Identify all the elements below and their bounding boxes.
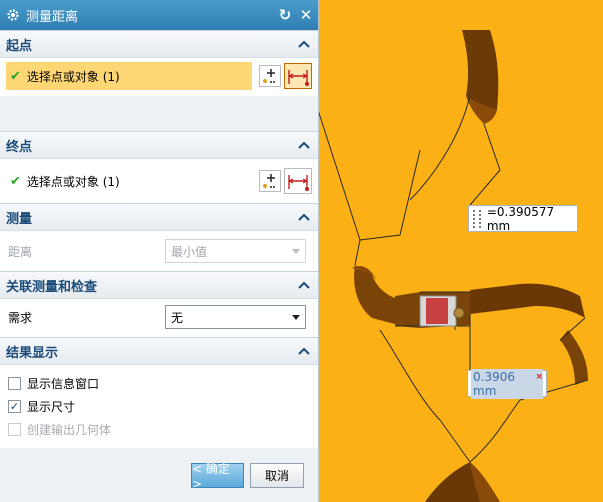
end-selection-row[interactable]: ✔ 选择点或对象 (1) [0,159,318,203]
check-icon: ✔ [10,173,21,189]
check-icon: ✔ [10,68,21,84]
gear-icon [7,9,19,21]
chevron-up-icon[interactable] [298,347,310,355]
close-icon[interactable]: ✕ [297,6,315,24]
distance-row: 距离 最小值 [0,235,318,267]
object-snap-button[interactable] [284,168,312,194]
point-dialog-button[interactable] [259,170,281,192]
section-associative-title: 关联测量和检查 [6,279,98,295]
point-plus-icon [263,174,275,188]
dimension-value[interactable]: 0.3906 mm [471,368,543,399]
create-output-geometry-label: 创建输出几何体 [27,423,112,437]
point-dialog-button[interactable] [259,65,281,87]
distance-snap-icon [288,70,309,86]
end-selection-label: 选择点或对象 (1) [26,174,120,189]
dialog-titlebar[interactable]: 测量距离 ↻ ✕ [0,0,318,30]
create-output-geometry-checkbox [8,423,21,436]
section-start-point[interactable]: 起点 [0,30,318,58]
requirement-row: 需求 无 [0,301,318,333]
section-associative-measure[interactable]: 关联测量和检查 [0,271,318,299]
chevron-up-icon[interactable] [298,281,310,289]
show-info-window-label: 显示信息窗口 [27,377,100,391]
distance-annotation[interactable]: =0.390577 mm [468,204,578,233]
reset-icon[interactable]: ↻ [276,6,294,24]
dialog-footer: < 确定 > 取消 [0,448,318,502]
section-measure[interactable]: 测量 [0,203,318,231]
requirement-select-value: 无 [171,310,184,325]
chevron-up-icon[interactable] [298,213,310,221]
ok-button[interactable]: < 确定 > [191,462,244,491]
section-measure-title: 测量 [6,211,33,227]
object-snap-button[interactable] [284,63,312,89]
section-end-title: 终点 [6,139,33,155]
chevron-down-icon [292,248,300,254]
distance-select: 最小值 [165,239,306,263]
distance-label: 距离 [8,244,33,259]
start-selection-row[interactable]: ✔ 选择点或对象 (1) [0,58,318,94]
chevron-up-icon[interactable] [298,40,310,48]
distance-annotation-text: =0.390577 mm [486,204,555,233]
section-end-point[interactable]: 终点 [0,131,318,159]
section-results-display[interactable]: 结果显示 [0,337,318,365]
distance-snap-icon [288,175,309,191]
point-plus-icon [263,69,275,83]
requirement-label: 需求 [8,310,33,325]
drag-handle-icon[interactable] [473,209,481,228]
show-info-window-checkbox[interactable] [8,377,21,390]
requirement-select[interactable]: 无 [165,305,306,329]
start-selection-label: 选择点或对象 (1) [26,69,120,84]
section-results-title: 结果显示 [6,345,59,361]
show-dimension-option[interactable]: ✓ 显示尺寸 [0,395,318,418]
distance-select-value: 最小值 [171,244,208,259]
show-dimension-label: 显示尺寸 [27,400,76,414]
show-info-window-option[interactable]: 显示信息窗口 [0,372,318,395]
section-start-title: 起点 [6,38,33,54]
measure-distance-dialog: 测量距离 ↻ ✕ 起点 ✔ 选择点或对象 (1) 终点 ✔ 选择点或对象 (1)… [0,0,319,502]
create-output-geometry-option: 创建输出几何体 [0,418,318,441]
dimension-close-icon[interactable]: × [535,372,543,382]
chevron-up-icon[interactable] [298,141,310,149]
dialog-title: 测量距离 [26,9,79,25]
cancel-button[interactable]: 取消 [250,462,304,488]
chevron-down-icon [292,314,300,320]
show-dimension-checkbox[interactable]: ✓ [8,400,21,413]
dimension-label[interactable]: 0.3906 mm × [467,368,547,399]
